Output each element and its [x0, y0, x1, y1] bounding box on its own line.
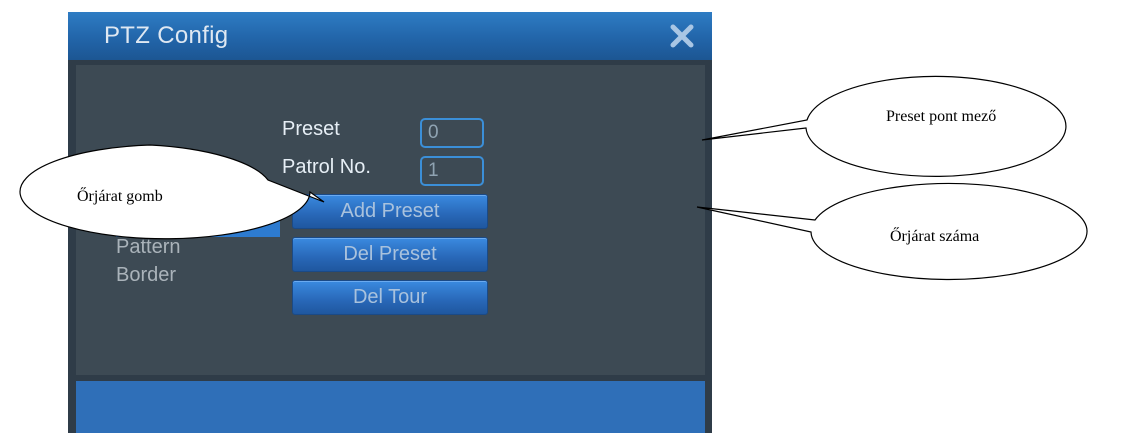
add-preset-button[interactable]: Add Preset — [292, 194, 488, 229]
ptz-config-dialog: PTZ Config Tour Pattern Border Preset 0 … — [68, 12, 712, 433]
menu-item-label: Pattern — [116, 236, 181, 258]
callout-text-preset-field: Preset pont mező — [886, 108, 997, 125]
dialog-title: PTZ Config — [104, 22, 229, 49]
callout-text-patrol-number: Őrjárat száma — [890, 228, 980, 245]
del-tour-button[interactable]: Del Tour — [292, 280, 488, 315]
menu-item-pattern[interactable]: Pattern — [116, 233, 280, 261]
preset-label: Preset — [282, 118, 340, 140]
menu-item-border[interactable]: Border — [116, 261, 280, 289]
title-bar: PTZ Config — [68, 12, 712, 60]
close-icon[interactable] — [668, 22, 696, 50]
menu-item-label: Border — [116, 264, 177, 286]
del-preset-button[interactable]: Del Preset — [292, 237, 488, 272]
patrol-no-input[interactable]: 1 — [420, 156, 484, 186]
menu-item-label: Tour — [116, 212, 155, 234]
callout-text-patrol-button: Őrjárat gomb — [77, 188, 163, 205]
preset-input[interactable]: 0 — [420, 118, 484, 148]
status-bar — [76, 381, 705, 433]
callout-bubble-preset-field — [701, 75, 1067, 177]
patrol-no-label: Patrol No. — [282, 156, 371, 178]
content-panel: Tour Pattern Border Preset 0 Patrol No. … — [76, 65, 705, 375]
